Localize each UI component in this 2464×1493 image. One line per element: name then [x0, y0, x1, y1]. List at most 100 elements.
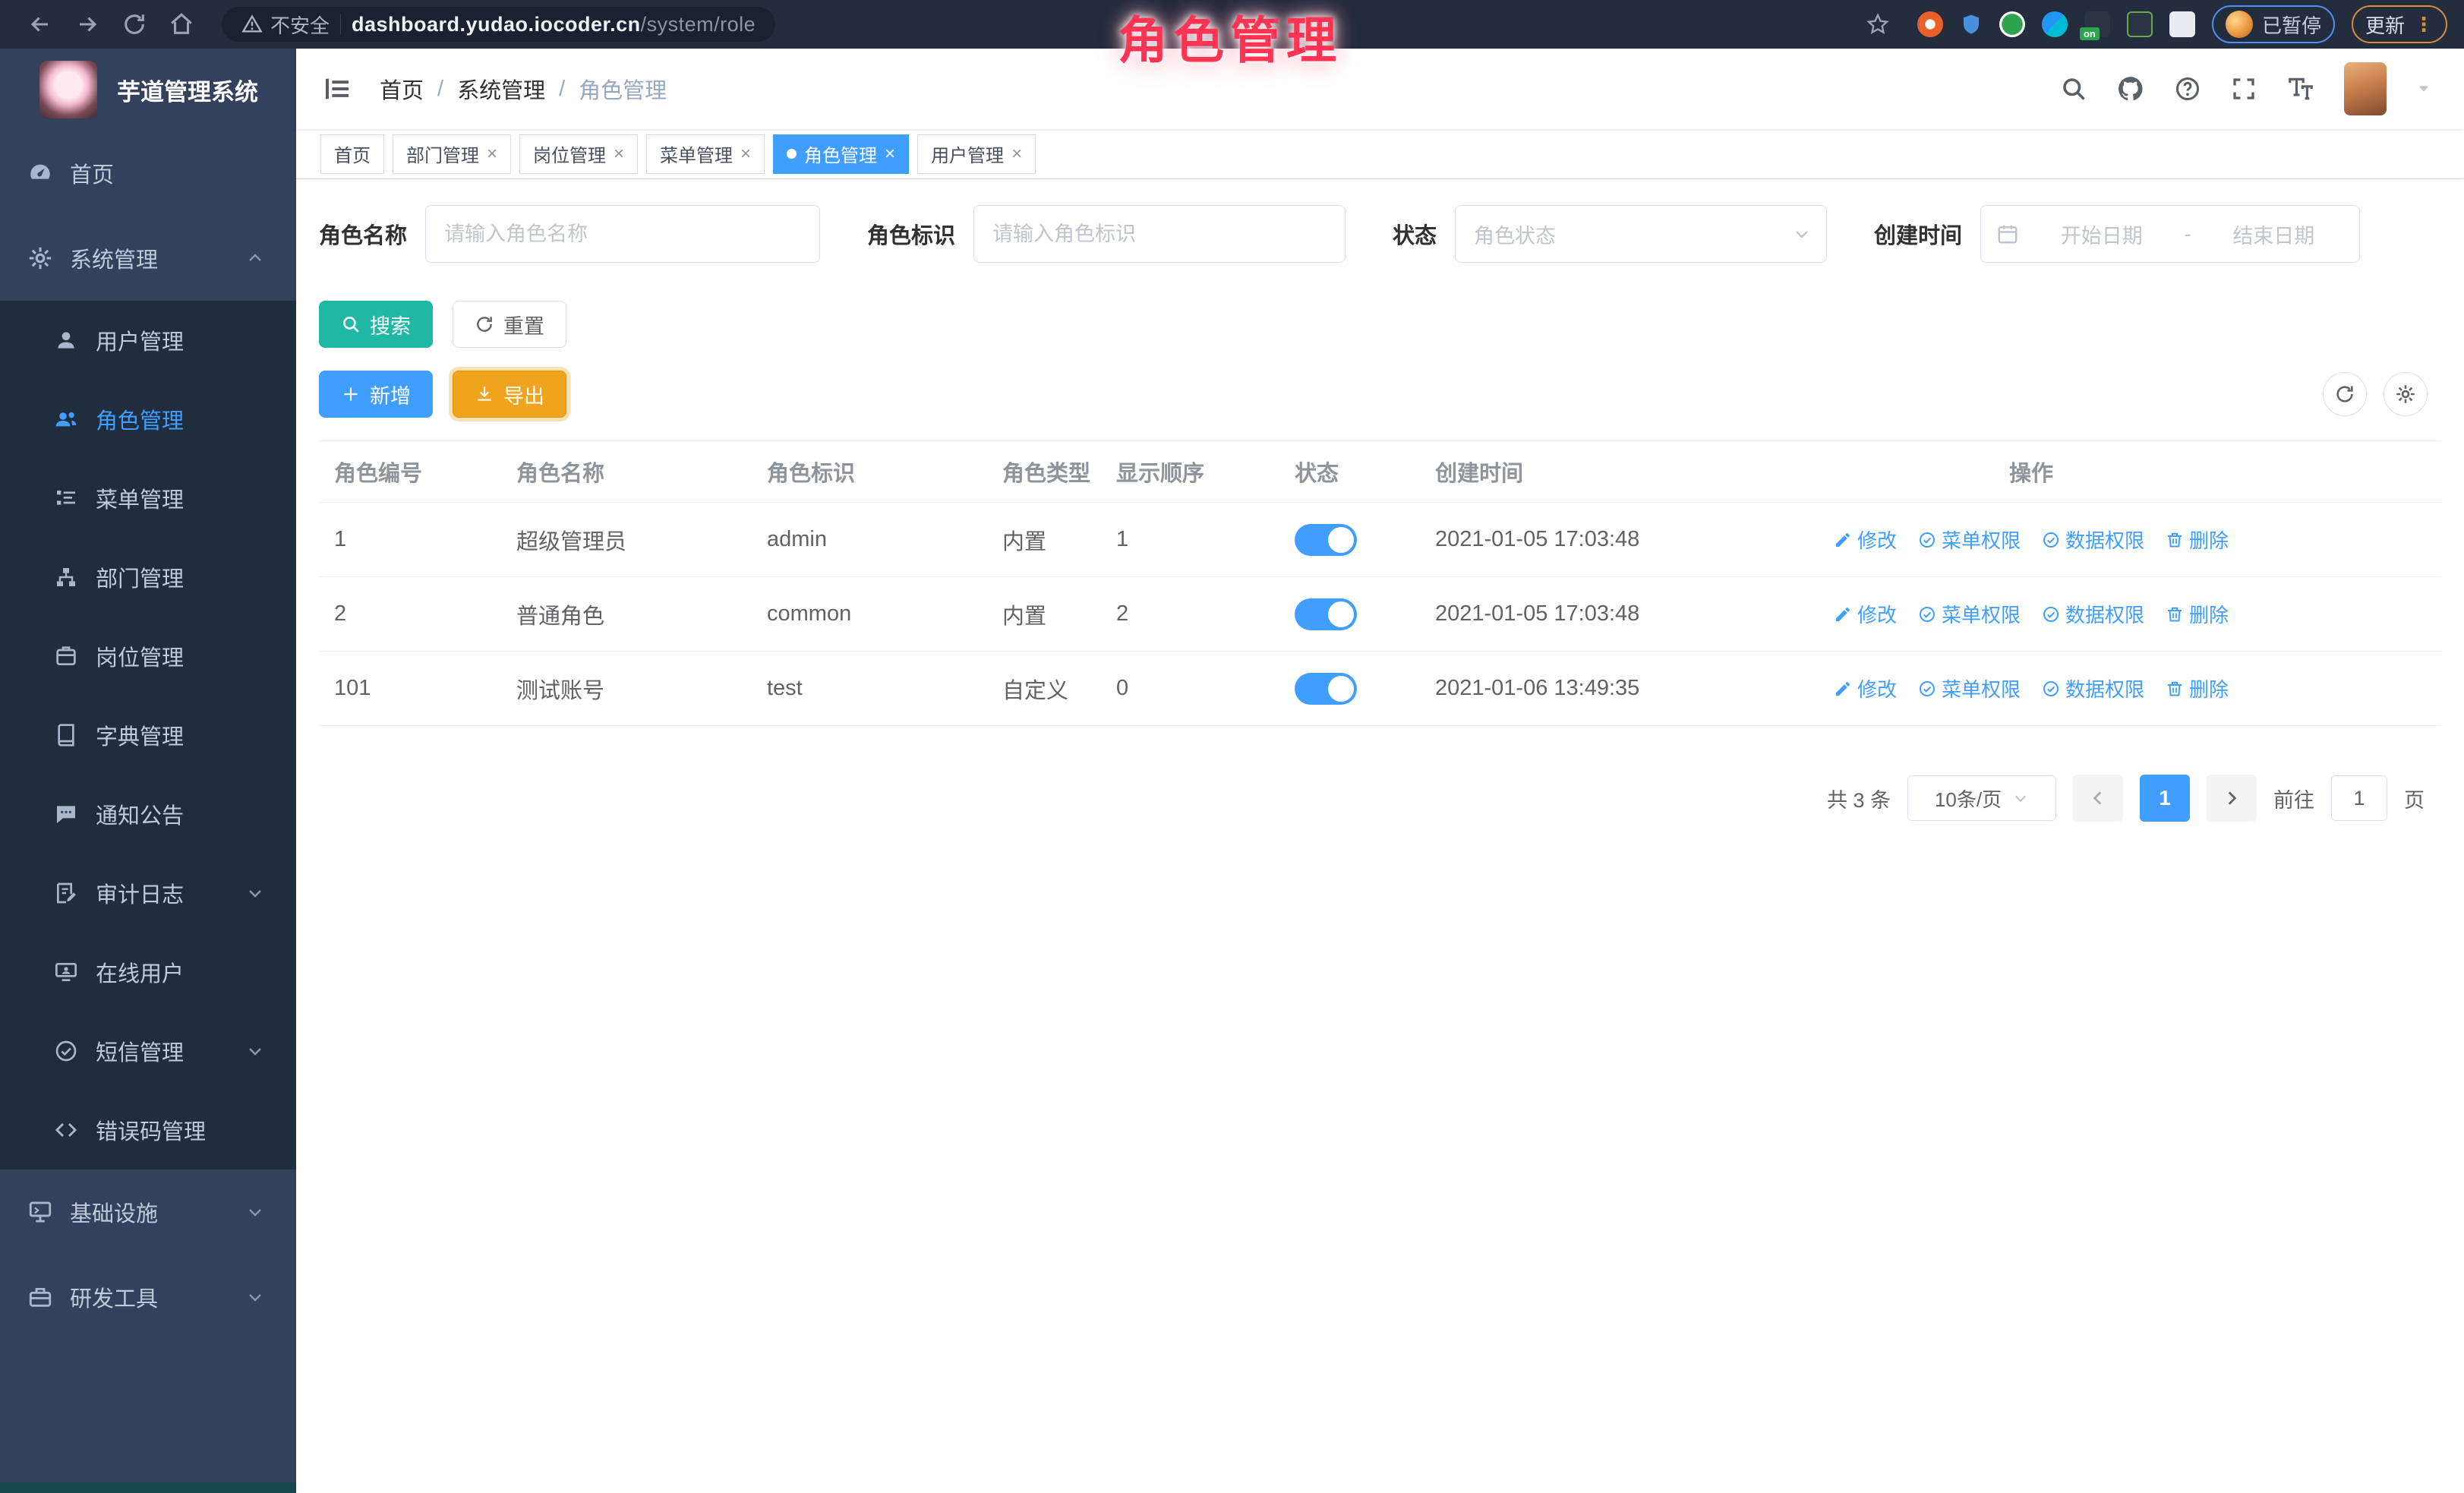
sidebar-item-audit-log[interactable]: 审计日志: [0, 854, 296, 933]
profile-paused-pill[interactable]: 已暂停: [2212, 5, 2335, 43]
menu-permission-link[interactable]: 菜单权限: [1918, 526, 2021, 554]
role-name-input[interactable]: [425, 205, 820, 263]
status-toggle[interactable]: [1295, 598, 1357, 630]
breadcrumb-system[interactable]: 系统管理: [457, 73, 545, 105]
tags-view-bar: 首页 部门管理 × 岗位管理 × 菜单管理 × 角色管理 ×: [296, 129, 2464, 179]
start-date-placeholder[interactable]: 开始日期: [2031, 219, 2172, 249]
edit-link[interactable]: 修改: [1834, 674, 1897, 702]
tab-post-management[interactable]: 岗位管理 ×: [519, 134, 638, 174]
tab-department-management[interactable]: 部门管理 ×: [393, 134, 511, 174]
edit-link[interactable]: 修改: [1834, 600, 1897, 628]
close-icon[interactable]: ×: [885, 145, 895, 163]
edit-link[interactable]: 修改: [1834, 526, 1897, 554]
sidebar-item-role-management[interactable]: 角色管理: [0, 380, 296, 459]
sidebar-item-online-users[interactable]: 在线用户: [0, 933, 296, 1012]
tab-menu-management[interactable]: 菜单管理 ×: [646, 134, 765, 174]
menu-permission-link[interactable]: 菜单权限: [1918, 600, 2021, 628]
browser-forward-icon[interactable]: [74, 11, 100, 37]
close-icon[interactable]: ×: [614, 145, 624, 163]
goto-page-input[interactable]: [2331, 775, 2387, 821]
search-icon[interactable]: [2060, 75, 2087, 103]
page-1-button[interactable]: 1: [2140, 775, 2190, 822]
refresh-table-button[interactable]: [2323, 372, 2367, 416]
delete-link[interactable]: 删除: [2166, 674, 2229, 702]
tab-user-management[interactable]: 用户管理 ×: [917, 134, 1036, 174]
tab-home[interactable]: 首页: [320, 134, 384, 174]
sidebar-item-home[interactable]: 首页: [0, 131, 296, 216]
add-button[interactable]: 新增: [319, 371, 433, 418]
log-icon: [50, 881, 82, 905]
extension-icon-puzzle[interactable]: [2169, 11, 2195, 37]
menu-permission-link[interactable]: 菜单权限: [1918, 674, 2021, 702]
chevron-down-icon: [246, 1042, 264, 1060]
extension-icon-paw[interactable]: [2127, 11, 2153, 37]
breadcrumb-home[interactable]: 首页: [380, 73, 424, 105]
prev-page-button[interactable]: [2073, 775, 2123, 822]
role-key-input[interactable]: [973, 205, 1346, 263]
search-button[interactable]: 搜索: [319, 301, 433, 348]
help-icon[interactable]: [2174, 75, 2201, 103]
data-permission-link[interactable]: 数据权限: [2042, 526, 2144, 554]
cell-create-time: 2021-01-06 13:49:35: [1420, 676, 1845, 701]
cell-role-type: 内置: [987, 598, 1101, 630]
browser-menu-dots-icon[interactable]: ⋮: [2414, 13, 2434, 36]
close-icon[interactable]: ×: [487, 145, 497, 163]
user-avatar[interactable]: [2344, 62, 2387, 115]
data-permission-link[interactable]: 数据权限: [2042, 674, 2144, 702]
browser-reload-icon[interactable]: [121, 11, 147, 37]
sidebar-item-system-management[interactable]: 系统管理: [0, 216, 296, 301]
extension-icon-blue-cyan[interactable]: [2042, 11, 2068, 37]
bookmark-star-icon[interactable]: [1866, 12, 1890, 36]
extension-icon-shield[interactable]: [1960, 13, 1983, 36]
browser-home-icon[interactable]: [169, 11, 194, 37]
address-bar[interactable]: 不安全 dashboard.yudao.iocoder.cn/system/ro…: [222, 7, 775, 42]
sidebar-logo-row[interactable]: 芋道管理系统: [0, 49, 296, 131]
sidebar-item-menu-management[interactable]: 菜单管理: [0, 459, 296, 538]
delete-link[interactable]: 删除: [2166, 600, 2229, 628]
sidebar-item-label: 审计日志: [96, 877, 184, 909]
caret-down-icon[interactable]: [2415, 80, 2432, 97]
end-date-placeholder[interactable]: 结束日期: [2204, 219, 2345, 249]
sidebar-item-department-management[interactable]: 部门管理: [0, 538, 296, 617]
sidebar-item-notice[interactable]: 通知公告: [0, 775, 296, 854]
pencil-icon: [1834, 605, 1852, 623]
browser-update-button[interactable]: 更新 ⋮: [2352, 5, 2447, 43]
page-size-select[interactable]: 10条/页: [1907, 775, 2056, 821]
sidebar-item-dev-tools[interactable]: 研发工具: [0, 1255, 296, 1340]
top-navbar: 首页 / 系统管理 / 角色管理: [296, 49, 2464, 129]
fullscreen-icon[interactable]: [2230, 75, 2257, 103]
extension-icon-green[interactable]: [1999, 11, 2025, 37]
font-size-icon[interactable]: [2286, 74, 2315, 103]
tab-role-management[interactable]: 角色管理 ×: [773, 134, 909, 174]
status-select[interactable]: 角色状态: [1455, 205, 1827, 263]
sidebar-fold-icon[interactable]: [322, 74, 352, 104]
export-button[interactable]: 导出: [453, 371, 566, 418]
extension-icon-orange[interactable]: [1917, 11, 1943, 37]
status-toggle[interactable]: [1295, 524, 1357, 556]
header-create-time: 创建时间: [1420, 456, 1845, 488]
sidebar-item-post-management[interactable]: 岗位管理: [0, 617, 296, 696]
extension-icon-dark-on[interactable]: on: [2084, 11, 2110, 37]
next-page-button[interactable]: [2207, 775, 2257, 822]
status-toggle[interactable]: [1295, 673, 1357, 705]
data-permission-link[interactable]: 数据权限: [2042, 600, 2144, 628]
create-time-range-picker[interactable]: 开始日期 - 结束日期: [1980, 205, 2360, 263]
pagination: 共 3 条 10条/页 1 前往 页: [319, 775, 2441, 822]
cell-role-name: 普通角色: [501, 598, 752, 630]
header-role-name: 角色名称: [501, 456, 752, 488]
sidebar-item-sms-management[interactable]: 短信管理: [0, 1012, 296, 1091]
browser-back-icon[interactable]: [27, 11, 53, 37]
delete-link[interactable]: 删除: [2166, 526, 2229, 554]
close-icon[interactable]: ×: [740, 145, 751, 163]
column-settings-button[interactable]: [2384, 372, 2428, 416]
roles-table: 角色编号 角色名称 角色标识 角色类型 显示顺序 状态 创建时间 操作 1 超级…: [319, 440, 2441, 726]
sidebar-item-error-code-management[interactable]: 错误码管理: [0, 1091, 296, 1169]
close-icon[interactable]: ×: [1011, 145, 1022, 163]
sidebar-item-infrastructure[interactable]: 基础设施: [0, 1169, 296, 1255]
sidebar-item-dict-management[interactable]: 字典管理: [0, 696, 296, 775]
search-icon: [341, 314, 361, 334]
sidebar-item-user-management[interactable]: 用户管理: [0, 301, 296, 380]
reset-button[interactable]: 重置: [453, 301, 566, 348]
cell-create-time: 2021-01-05 17:03:48: [1420, 527, 1845, 552]
github-icon[interactable]: [2116, 74, 2145, 103]
